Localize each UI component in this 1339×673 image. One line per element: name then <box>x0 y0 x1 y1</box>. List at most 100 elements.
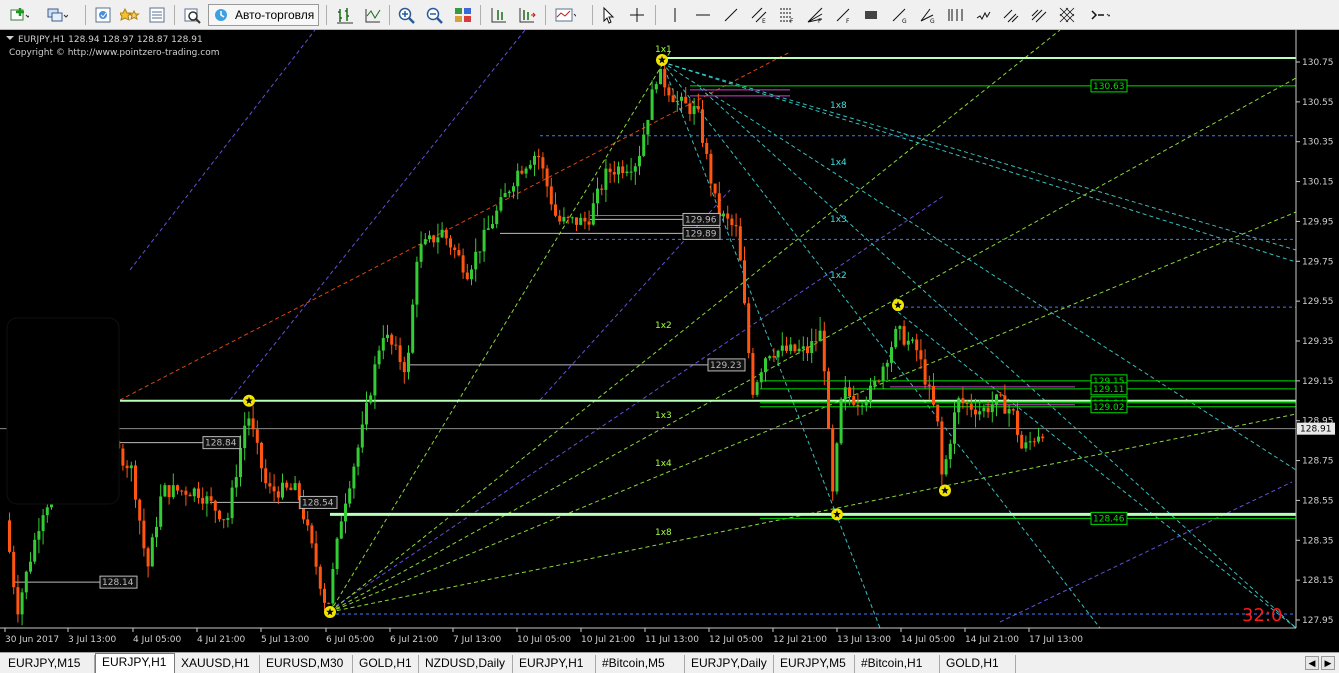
candle <box>545 164 549 198</box>
fibonacci-arcs-icon[interactable]: F <box>832 4 854 26</box>
vertical-line-icon[interactable] <box>664 4 686 26</box>
candle <box>860 402 864 415</box>
y-tick-label: 129.75 <box>1302 257 1334 267</box>
candle <box>785 336 788 353</box>
chart-tab[interactable]: EURUSD,M30 <box>260 655 353 673</box>
tabs-scroll-left-icon[interactable]: ◀ <box>1305 656 1319 670</box>
indicators-icon[interactable] <box>554 4 576 26</box>
horizontal-line-icon[interactable] <box>692 4 714 26</box>
chart-tab[interactable]: EURJPY,M5 <box>774 655 855 673</box>
tabs-scroll-right-icon[interactable]: ▶ <box>1321 656 1335 670</box>
pivot-star-icon <box>892 299 904 312</box>
autoscroll-icon[interactable] <box>516 4 538 26</box>
gann-label: 1x8 <box>655 528 672 538</box>
regression-channel-icon[interactable] <box>1028 4 1050 26</box>
gann-line-icon[interactable]: G <box>888 4 910 26</box>
zoom-in-icon[interactable] <box>396 4 418 26</box>
fibonacci-timezones-icon[interactable] <box>944 4 966 26</box>
candle <box>780 332 784 357</box>
new-chart-icon[interactable] <box>8 4 30 26</box>
candle <box>264 459 268 489</box>
candle <box>927 375 931 400</box>
trendline-icon[interactable] <box>720 4 742 26</box>
fibonacci-retracement-icon[interactable]: F <box>776 4 798 26</box>
gann-fan-icon[interactable]: G <box>916 4 938 26</box>
chart-tab[interactable]: XAUUSD,H1 <box>175 655 260 673</box>
bar-chart-icon[interactable] <box>334 4 356 26</box>
candle <box>881 362 885 390</box>
chart-tab[interactable]: GOLD,H1 <box>940 655 1016 673</box>
auto-trading-button[interactable]: Авто-торговля <box>208 4 320 26</box>
andrews-pitchfork-icon[interactable] <box>972 4 994 26</box>
candle <box>549 177 553 211</box>
white-level-label: 128.84 <box>205 439 237 449</box>
candle <box>969 393 973 418</box>
candle <box>251 405 255 437</box>
chart-tab[interactable]: GOLD,H1 <box>353 655 419 673</box>
candle <box>629 157 633 181</box>
tile-windows-icon[interactable] <box>452 4 474 26</box>
candle <box>1041 433 1045 443</box>
candlesticks <box>8 60 1045 626</box>
candle <box>1024 435 1028 452</box>
candle <box>503 183 507 198</box>
chart-canvas[interactable]: 1x1 1x8 1x4 1x3 1x2 1x2 1x3 1x4 1x8 130.63 129.15… <box>0 29 1339 652</box>
gann-line <box>129 29 316 271</box>
y-tick-label: 130.35 <box>1302 138 1334 148</box>
grid-pattern-icon[interactable] <box>1056 4 1078 26</box>
candle <box>419 231 423 269</box>
chart-tab[interactable]: EURJPY,H1 <box>513 655 596 673</box>
chart-tab[interactable]: #Bitcoin,H1 <box>855 655 940 673</box>
gann-label: 1x3 <box>830 215 847 225</box>
candle <box>205 491 209 517</box>
terminal-icon[interactable] <box>181 4 203 26</box>
candle <box>432 234 436 248</box>
candle <box>890 341 893 373</box>
x-tick-label: 10 Jul 05:00 <box>517 635 571 645</box>
y-tick-label: 128.55 <box>1302 496 1334 506</box>
chart-tab[interactable]: EURJPY,Daily <box>685 655 774 673</box>
profiles-icon[interactable] <box>46 4 68 26</box>
line-chart-icon[interactable] <box>362 4 384 26</box>
data-window-icon[interactable] <box>119 4 141 26</box>
candle <box>684 86 688 104</box>
market-watch-icon[interactable] <box>92 4 114 26</box>
candle <box>150 533 154 567</box>
rectangle-icon[interactable] <box>860 4 882 26</box>
candle <box>331 562 335 612</box>
svg-text:G: G <box>930 18 935 24</box>
candle <box>444 227 448 246</box>
cycle-lines-icon[interactable] <box>1000 4 1022 26</box>
fibonacci-fan-icon[interactable]: F <box>804 4 826 26</box>
equidistant-channel-icon[interactable]: E <box>748 4 770 26</box>
chart-shift-icon[interactable] <box>488 4 510 26</box>
candle <box>528 160 532 170</box>
y-tick-label: 128.15 <box>1302 576 1334 586</box>
chart-tab[interactable]: EURJPY,M15 <box>2 655 95 673</box>
candle <box>587 210 591 231</box>
candle <box>759 368 763 389</box>
x-tick-label: 5 Jul 13:00 <box>261 635 310 645</box>
candle <box>176 484 179 495</box>
zoom-out-icon[interactable] <box>424 4 446 26</box>
candle <box>243 412 247 461</box>
cursor-icon[interactable] <box>598 4 620 26</box>
candle <box>20 588 24 626</box>
white-level-label: 129.89 <box>685 229 717 239</box>
chart-tab[interactable]: #Bitcoin,M5 <box>596 655 685 673</box>
candle <box>352 463 356 499</box>
price-chart[interactable]: 1x1 1x8 1x4 1x3 1x2 1x2 1x3 1x4 1x8 130.63 129.15… <box>0 29 1339 652</box>
candle <box>121 444 125 471</box>
candle <box>835 441 839 495</box>
candle <box>650 80 654 121</box>
navigator-icon[interactable] <box>146 4 168 26</box>
chart-menu-triangle-icon[interactable] <box>6 36 14 40</box>
candle <box>675 90 679 112</box>
candle <box>491 215 494 230</box>
chart-tab[interactable]: NZDUSD,Daily <box>419 655 513 673</box>
candle <box>885 359 889 380</box>
candle <box>474 238 478 282</box>
chart-tab[interactable]: EURJPY,H1 <box>95 653 175 673</box>
objects-menu-icon[interactable] <box>1088 4 1110 26</box>
crosshair-icon[interactable] <box>626 4 648 26</box>
